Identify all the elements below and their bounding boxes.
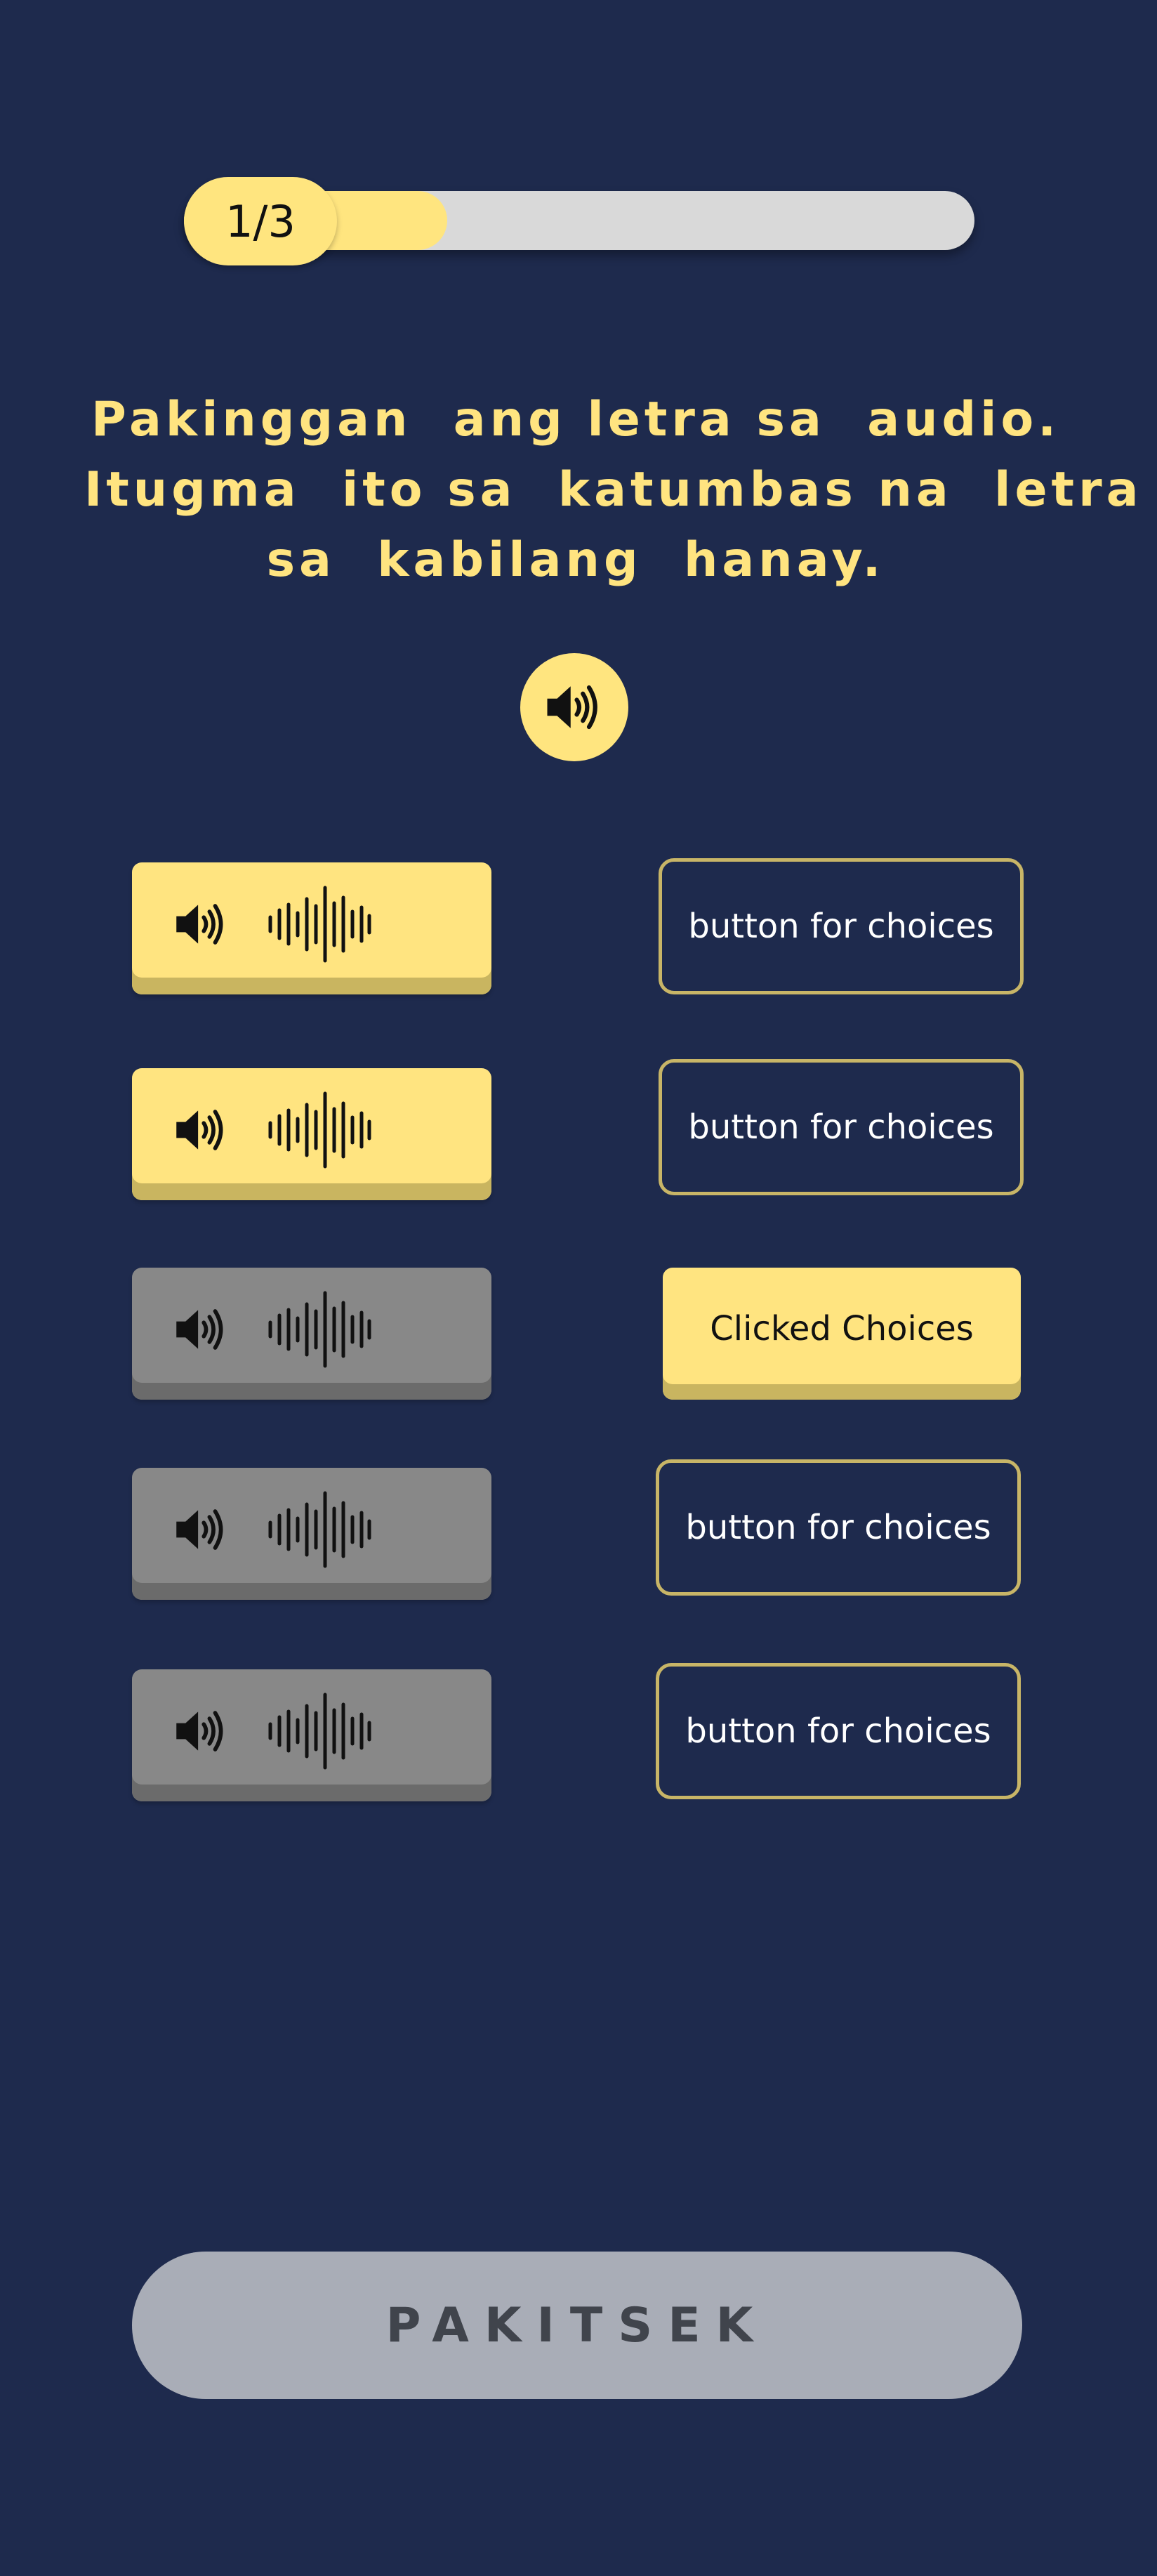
check-answer-button[interactable]: PAKITSEK [132,2252,1022,2399]
speaker-icon [176,1309,223,1350]
audio-item-5[interactable] [132,1669,491,1801]
waveform-icon [268,1693,371,1770]
waveform-icon [268,1291,371,1368]
progress-counter: 1/3 [184,177,337,265]
choice-button-5[interactable]: button for choices [656,1663,1021,1799]
choice-button-2[interactable]: button for choices [659,1059,1024,1195]
choice-button-3-selected[interactable]: Clicked Choices [663,1268,1021,1400]
speaker-icon [176,904,223,945]
instruction-line: sa kabilang hanay. [266,532,885,588]
instruction-line: Itugma ito sa katumbas na letra [84,462,1143,518]
choice-button-1[interactable]: button for choices [659,858,1024,994]
instruction-text: Pakinggan ang letra sa audio. Itugma ito… [84,385,1143,596]
play-instruction-audio-button[interactable] [520,653,628,761]
audio-item-4[interactable] [132,1468,491,1600]
audio-item-3[interactable] [132,1268,491,1400]
speaker-icon [176,1110,223,1150]
instruction-line: Pakinggan ang letra sa audio. [91,392,1061,447]
speaker-icon [176,1509,223,1550]
audio-item-2[interactable] [132,1068,491,1200]
waveform-icon [268,1491,371,1568]
speaker-icon [176,1711,223,1752]
audio-item-1[interactable] [132,862,491,994]
waveform-icon [268,886,371,963]
speaker-icon [547,685,597,730]
choice-button-4[interactable]: button for choices [656,1459,1021,1596]
waveform-icon [268,1091,371,1169]
